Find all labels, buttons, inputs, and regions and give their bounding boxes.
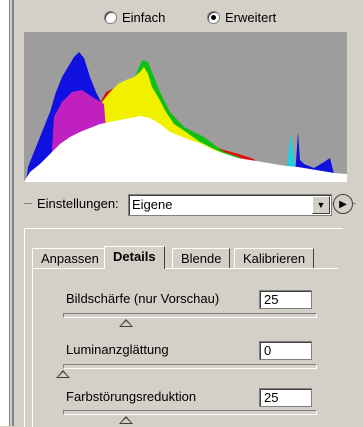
tab-kalibrieren[interactable]: Kalibrieren [234,248,315,268]
tab-blende[interactable]: Blende [172,248,231,268]
tab-details[interactable]: Details [104,246,165,269]
sharpness-slider-track[interactable] [63,313,317,318]
sharpness-label: Bildschärfe (nur Vorschau) [66,291,220,306]
sharpness-slider-thumb[interactable] [119,319,133,327]
tab-details-label: Details [113,249,156,264]
settings-dropdown[interactable]: Eigene ▼ [128,194,332,216]
tab-strip: Anpassen Details Blende Kalibrieren [32,246,337,269]
radio-einfach[interactable]: Einfach [104,10,165,25]
color-noise-reduction-slider-thumb[interactable] [119,416,133,424]
luminance-smoothing-input[interactable]: 0 [259,341,312,360]
chevron-down-icon[interactable]: ▼ [312,196,330,214]
settings-connector-right [353,203,356,204]
tab-anpassen[interactable]: Anpassen [32,248,108,268]
window-left-divider [12,0,14,426]
tab-blende-label: Blende [181,251,222,266]
histogram [24,32,347,182]
tab-kalibrieren-label: Kalibrieren [243,251,306,266]
settings-groupbox-edge [24,203,32,204]
color-noise-reduction-input[interactable]: 25 [259,388,312,407]
settings-dropdown-value: Eigene [132,197,173,212]
radio-einfach-label: Einfach [122,10,166,25]
flyout-menu-icon[interactable]: ▶ [333,194,353,214]
tab-anpassen-label: Anpassen [41,251,99,266]
radio-erweitert-label: Erweitert [225,10,277,25]
color-noise-reduction-label: Farbstörungsreduktion [66,389,197,404]
settings-label: Einstellungen: [37,196,119,211]
color-noise-reduction-slider-track[interactable] [63,410,317,415]
radio-erweitert-indicator[interactable] [207,11,220,24]
luminance-smoothing-slider-track[interactable] [63,364,317,369]
sharpness-input[interactable]: 25 [259,290,312,309]
luminance-smoothing-slider-thumb[interactable] [56,370,70,378]
radio-einfach-indicator[interactable] [104,11,117,24]
luminance-smoothing-label: Luminanzglättung [66,342,169,357]
window-left-edge [0,0,10,426]
radio-erweitert[interactable]: Erweitert [207,10,276,25]
